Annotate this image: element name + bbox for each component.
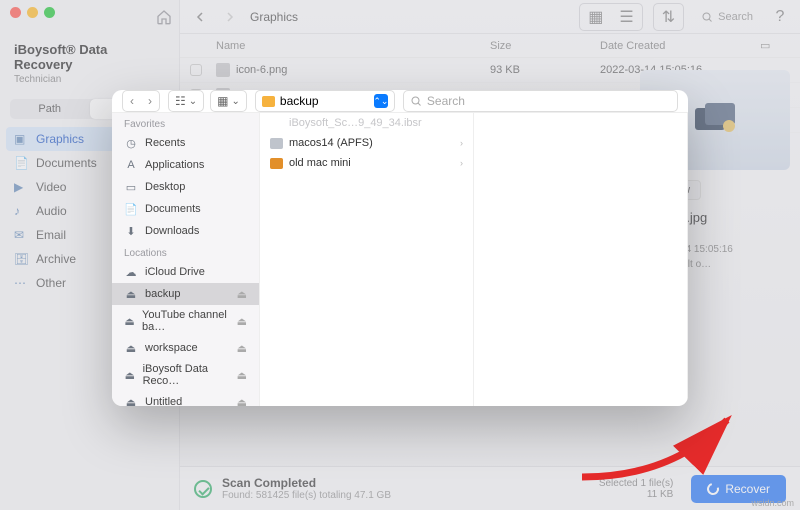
cloud-icon: ☁	[124, 265, 138, 279]
desktop-icon: ▭	[124, 180, 138, 194]
dialog-search-placeholder: Search	[427, 94, 465, 108]
hdd-icon: ⏏	[124, 368, 136, 382]
sidebar-item-label: backup	[145, 288, 180, 300]
dialog-search[interactable]: Search	[403, 90, 678, 112]
hdd-icon: ⏏	[124, 395, 138, 406]
save-dialog: ‹ › ☷ ⌄ ▦ ⌄ backup ⌃⌄ Search Fav	[112, 90, 688, 406]
dialog-forward-button[interactable]: ›	[141, 91, 159, 111]
sidebar-item-label: Untitled	[145, 396, 182, 406]
chevron-right-icon: ›	[460, 158, 463, 168]
sidebar-item[interactable]: ⏏ Untitled ⏏	[112, 391, 259, 406]
sidebar-item-label: Applications	[145, 159, 204, 171]
sidebar-item[interactable]: ◷ Recents	[112, 132, 259, 154]
watermark: wsidn.com	[751, 498, 794, 508]
column-item[interactable]: old mac mini ›	[260, 153, 473, 173]
sidebar-section-header: Favorites	[112, 113, 259, 132]
sidebar-item-label: iCloud Drive	[145, 266, 205, 278]
sidebar-item[interactable]: ⏏ backup ⏏	[112, 283, 259, 305]
sidebar-item-label: YouTube channel ba…	[142, 309, 230, 333]
folder-icon	[270, 158, 283, 169]
dialog-view-controls: ☷ ⌄ ▦ ⌄	[168, 90, 247, 112]
dialog-toolbar: ‹ › ☷ ⌄ ▦ ⌄ backup ⌃⌄ Search	[112, 90, 688, 113]
dialog-view-columns[interactable]: ☷ ⌄	[168, 90, 204, 112]
clock-icon: ◷	[124, 136, 138, 150]
sidebar-item-label: Desktop	[145, 181, 185, 193]
sidebar-section-header: Locations	[112, 242, 259, 261]
eject-icon[interactable]: ⏏	[237, 315, 247, 328]
folder-icon	[262, 96, 275, 107]
doc-icon: 📄	[124, 202, 138, 216]
dialog-location-label: backup	[280, 94, 319, 108]
column-item[interactable]: macos14 (APFS) ›	[260, 133, 473, 153]
dialog-group-button[interactable]: ▦ ⌄	[210, 90, 247, 112]
sidebar-item[interactable]: ⏏ iBoysoft Data Reco… ⏏	[112, 359, 259, 391]
save-dialog-backdrop: ‹ › ☷ ⌄ ▦ ⌄ backup ⌃⌄ Search Fav	[0, 0, 800, 510]
dropdown-icon: ⌃⌄	[374, 94, 388, 108]
hdd-icon: ⏏	[124, 287, 138, 301]
sidebar-item-label: Downloads	[145, 225, 199, 237]
dialog-back-button[interactable]: ‹	[123, 91, 141, 111]
sidebar-item[interactable]: ▭ Desktop	[112, 176, 259, 198]
sidebar-item-label: Documents	[145, 203, 201, 215]
column-item-label: iBoysoft_Sc…9_49_34.ibsr	[289, 117, 422, 129]
sidebar-item[interactable]: ⬇ Downloads	[112, 220, 259, 242]
sidebar-item[interactable]: ☁ iCloud Drive	[112, 261, 259, 283]
sidebar-item[interactable]: ⏏ YouTube channel ba… ⏏	[112, 305, 259, 337]
hdd-icon: ⏏	[124, 314, 135, 328]
eject-icon[interactable]: ⏏	[237, 369, 247, 382]
dialog-nav: ‹ ›	[122, 90, 160, 112]
down-icon: ⬇	[124, 224, 138, 238]
eject-icon[interactable]: ⏏	[237, 288, 247, 301]
dialog-sidebar: Favorites ◷ Recents A Applications ▭ Desktop 📄 D…	[112, 113, 260, 406]
apps-icon: A	[124, 158, 138, 172]
sidebar-item-label: Recents	[145, 137, 185, 149]
dialog-column-2	[474, 113, 688, 406]
sidebar-item-label: iBoysoft Data Reco…	[143, 363, 230, 387]
chevron-right-icon: ›	[460, 138, 463, 148]
sidebar-item[interactable]: A Applications	[112, 154, 259, 176]
app-window: iBoysoft® Data Recovery Technician Path …	[0, 0, 800, 510]
sidebar-item[interactable]: 📄 Documents	[112, 198, 259, 220]
sidebar-item-label: workspace	[145, 342, 198, 354]
sidebar-item[interactable]: ⏏ workspace ⏏	[112, 337, 259, 359]
eject-icon[interactable]: ⏏	[237, 342, 247, 355]
hdd-icon: ⏏	[124, 341, 138, 355]
eject-icon[interactable]: ⏏	[237, 396, 247, 407]
dialog-columns: iBoysoft_Sc…9_49_34.ibsrmacos14 (APFS)›o…	[260, 113, 688, 406]
drive-icon	[270, 138, 283, 149]
column-item-label: old mac mini	[289, 157, 351, 169]
dialog-column-1: iBoysoft_Sc…9_49_34.ibsrmacos14 (APFS)›o…	[260, 113, 474, 406]
dialog-location[interactable]: backup ⌃⌄	[255, 90, 395, 112]
column-item-label: macos14 (APFS)	[289, 137, 373, 149]
column-item[interactable]: iBoysoft_Sc…9_49_34.ibsr	[260, 113, 473, 133]
